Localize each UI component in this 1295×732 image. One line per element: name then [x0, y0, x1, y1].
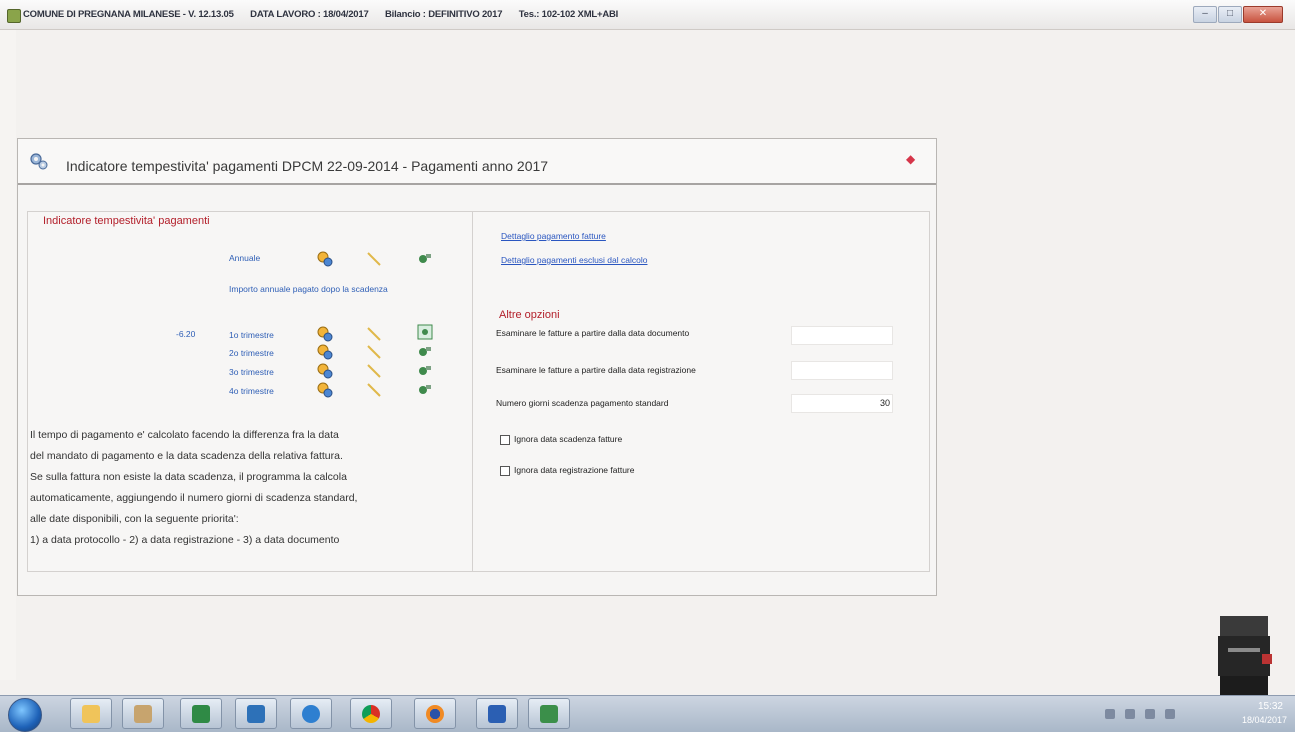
close-button[interactable]: ✕ [1243, 6, 1283, 23]
explanation-line: automaticamente, aggiungendo il numero g… [30, 492, 358, 504]
title-comune: COMUNE DI PREGNANA MILANESE - V. 12.13.0… [23, 9, 234, 20]
photo-taskbar-button[interactable] [122, 698, 164, 729]
invoice-payment-detail-link[interactable]: Dettaglio pagamento fatture [501, 231, 606, 241]
annual-amount-label: Importo annuale pagato dopo la scadenza [229, 284, 388, 294]
document-date-label: Esaminare le fatture a partire dalla dat… [496, 328, 690, 338]
publisher-icon [247, 705, 265, 723]
quarter-2-label: 2o trimestre [229, 348, 274, 358]
window-title: COMUNE DI PREGNANA MILANESE - V. 12.13.0… [23, 9, 632, 20]
word-taskbar-button[interactable] [476, 698, 518, 729]
excel-icon [192, 705, 210, 723]
print-preview-icon[interactable] [416, 250, 434, 268]
print-preview-icon[interactable] [416, 343, 434, 361]
explanation-line: 1) a data protocollo - 2) a data registr… [30, 534, 340, 546]
dialog-title: Indicatore tempestivita' pagamenti DPCM … [66, 158, 549, 174]
options-panel: Dettaglio pagamento fatture Dettaglio pa… [472, 211, 930, 572]
excel-taskbar-button[interactable] [180, 698, 222, 729]
other-options-title: Altre opzioni [499, 309, 560, 321]
clock-time[interactable]: 15:32 [1258, 701, 1283, 712]
chrome-taskbar-button[interactable] [350, 698, 392, 729]
word-icon [488, 705, 506, 723]
pencil-icon[interactable] [365, 362, 383, 380]
publisher-taskbar-button[interactable] [235, 698, 277, 729]
annual-label: Annuale [229, 253, 261, 263]
volume-icon[interactable] [1165, 709, 1175, 719]
pencil-icon[interactable] [365, 250, 383, 268]
title-data-lavoro: DATA LAVORO : 18/04/2017 [250, 9, 369, 20]
print-preview-icon[interactable] [416, 381, 434, 399]
print-preview-icon[interactable] [416, 362, 434, 380]
folder-icon [82, 705, 100, 723]
start-button[interactable] [8, 698, 42, 732]
title-bilancio: Bilancio : DEFINITIVO 2017 [385, 9, 503, 20]
pencil-icon[interactable] [365, 343, 383, 361]
explanation-line: Se sulla fattura non esiste la data scad… [30, 471, 347, 483]
quarter-1-value: -6.20 [176, 329, 196, 339]
window-title-bar: COMUNE DI PREGNANA MILANESE - V. 12.13.0… [0, 0, 1295, 30]
explanation-line: del mandato di pagamento e la data scade… [30, 450, 343, 462]
calculate-gears-icon[interactable] [316, 381, 334, 399]
dialog-close-icon[interactable]: ◆ [906, 153, 916, 165]
quarter-1-label: 1o trimestre [229, 330, 274, 340]
photo-icon [134, 705, 152, 723]
system-tray: 15:32 18/04/2017 [1085, 696, 1295, 732]
quarter-3-label: 3o trimestre [229, 367, 274, 377]
ignore-due-date-checkbox[interactable] [500, 435, 510, 445]
app-icon [540, 705, 558, 723]
registration-date-label: Esaminare le fatture a partire dalla dat… [496, 365, 696, 375]
calculate-gears-icon[interactable] [316, 250, 334, 268]
title-tesoreria: Tes.: 102-102 XML+ABI [518, 9, 619, 20]
network-icon[interactable] [1145, 709, 1155, 719]
indicator-section-title: Indicatore tempestivita' pagamenti [43, 215, 210, 227]
flag-icon[interactable] [1125, 709, 1135, 719]
document-date-field[interactable] [791, 326, 893, 345]
explorer-taskbar-button[interactable] [70, 698, 112, 729]
calculate-gears-icon[interactable] [316, 325, 334, 343]
chrome-icon [362, 705, 380, 723]
taskbar: 15:32 18/04/2017 [0, 695, 1295, 732]
window-controls: – □ ✕ [1193, 6, 1283, 23]
minimize-button[interactable]: – [1193, 6, 1217, 23]
registration-date-field[interactable] [791, 361, 893, 380]
app-icon [7, 9, 21, 23]
calculate-gears-icon[interactable] [316, 343, 334, 361]
standard-days-label: Numero giorni scadenza pagamento standar… [496, 398, 669, 408]
maximize-button[interactable]: □ [1218, 6, 1242, 23]
explanation-line: Il tempo di pagamento e' calcolato facen… [30, 429, 339, 441]
excluded-payments-detail-link[interactable]: Dettaglio pagamenti esclusi dal calcolo [501, 255, 647, 265]
internet-explorer-taskbar-button[interactable] [290, 698, 332, 729]
internet-explorer-icon [302, 705, 320, 723]
quarter-4-label: 4o trimestre [229, 386, 274, 396]
standard-days-field[interactable]: 30 [791, 394, 893, 413]
firefox-icon [426, 705, 444, 723]
left-frame [0, 30, 16, 680]
clock-date[interactable]: 18/04/2017 [1242, 715, 1287, 725]
export-icon[interactable] [416, 323, 434, 341]
explanation-line: alle date disponibili, con la seguente p… [30, 513, 239, 525]
gears-icon [30, 153, 48, 170]
ignore-registration-date-checkbox[interactable] [500, 466, 510, 476]
ignore-registration-date-label: Ignora data registrazione fatture [514, 465, 635, 475]
pencil-icon[interactable] [365, 381, 383, 399]
show-hidden-icon[interactable] [1105, 709, 1115, 719]
app-taskbar-button[interactable] [528, 698, 570, 729]
pencil-icon[interactable] [365, 325, 383, 343]
dialog-header: Indicatore tempestivita' pagamenti DPCM … [18, 139, 936, 185]
ignore-due-date-label: Ignora data scadenza fatture [514, 434, 623, 444]
indicator-panel: Indicatore tempestivita' pagamenti Annua… [27, 211, 476, 572]
indicator-dialog: Indicatore tempestivita' pagamenti DPCM … [17, 138, 937, 596]
firefox-taskbar-button[interactable] [414, 698, 456, 729]
printer-image [1218, 616, 1272, 696]
calculate-gears-icon[interactable] [316, 362, 334, 380]
